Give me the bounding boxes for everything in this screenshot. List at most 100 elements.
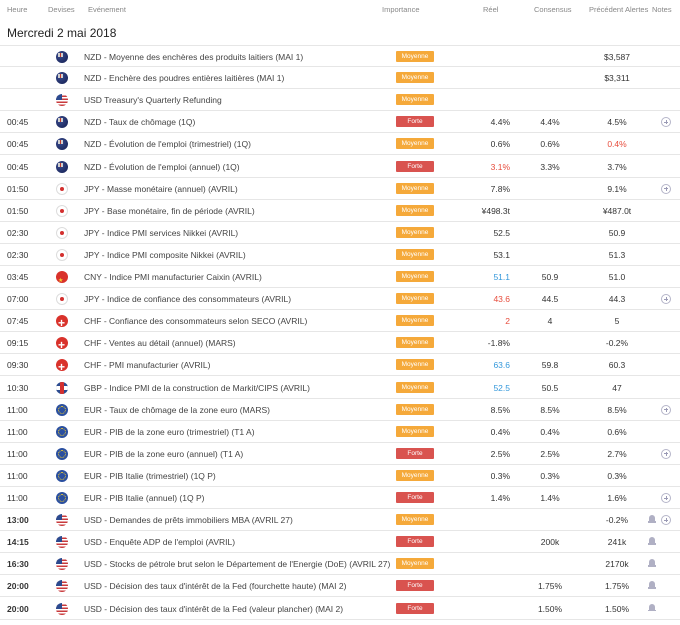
importance-badge: Moyenne [396,558,434,570]
header-notes[interactable]: Notes [652,5,672,14]
alert-cell [646,575,658,597]
bell-icon[interactable] [648,559,656,568]
bell-icon[interactable] [648,515,656,524]
note-cell [660,89,672,111]
event-name[interactable]: EUR - PIB de la zone euro (annuel) (T1 A… [84,443,243,465]
table-row[interactable]: 07:45 CHF - Confiance des consommateurs s… [0,310,680,333]
table-row[interactable]: 02:30 JPY - Indice PMI services Nikkei (A… [0,222,680,244]
importance-cell: Moyenne [396,553,434,575]
table-row[interactable]: NZD - Moyenne des enchères des produits … [0,45,680,67]
note-cell [660,443,672,465]
table-row[interactable]: 00:45 NZD - Évolution de l'emploi (annuel… [0,156,680,178]
table-row[interactable]: 20:00 USD - Décision des taux d'intérêt d… [0,598,680,620]
event-name[interactable]: USD Treasury's Quarterly Refunding [84,89,222,111]
table-row[interactable]: 03:45 CNY - Indice PMI manufacturier Caix… [0,266,680,288]
currency-flag-cell [56,575,70,597]
event-name[interactable]: JPY - Indice PMI services Nikkei (AVRIL) [84,222,238,244]
consensus-value: 3.3% [540,161,560,172]
event-name[interactable]: EUR - PIB Italie (annuel) (1Q P) [84,487,204,509]
event-name[interactable]: NZD - Évolution de l'emploi (trimestriel… [84,133,251,155]
table-row[interactable]: 10:30 GBP - Indice PMI de la construction… [0,377,680,399]
header-currency[interactable]: Devises [48,5,75,14]
bell-icon[interactable] [648,581,656,590]
header-event[interactable]: Evénement [88,5,126,14]
bell-icon[interactable] [648,537,656,546]
event-name[interactable]: NZD - Enchère des poudres entières laiti… [84,67,284,89]
event-name[interactable]: JPY - Masse monétaire (annuel) (AVRIL) [84,178,238,200]
importance-cell: Forte [396,111,434,133]
importance-cell: Moyenne [396,332,434,354]
event-name[interactable]: NZD - Moyenne des enchères des produits … [84,46,303,68]
event-name[interactable]: NZD - Taux de chômage (1Q) [84,111,195,133]
table-row[interactable]: 07:00 JPY - Indice de confiance des conso… [0,288,680,311]
event-name[interactable]: CNY - Indice PMI manufacturier Caixin (A… [84,266,262,288]
event-name[interactable]: USD - Stocks de pétrole brut selon le Dé… [84,553,390,575]
table-row[interactable]: 09:15 CHF - Ventes au détail (annuel) (MA… [0,332,680,355]
table-row[interactable]: 11:00 EUR - PIB de la zone euro (trimestr… [0,421,680,443]
header-previous[interactable]: Précédent [589,5,623,14]
table-row[interactable]: 00:45 NZD - Taux de chômage (1Q) Forte 4.4%… [0,111,680,134]
importance-badge: Moyenne [396,51,434,62]
event-name[interactable]: CHF - PMI manufacturier (AVRIL) [84,354,210,376]
event-name[interactable]: USD - Enquête ADP de l'emploi (AVRIL) [84,531,235,553]
event-name[interactable]: CHF - Confiance des consommateurs selon … [84,310,307,332]
header-time[interactable]: Heure [7,5,27,14]
add-note-plus-icon[interactable] [661,493,671,503]
actual-value: -1.8% [487,338,510,349]
table-row[interactable]: 16:30 USD - Stocks de pétrole brut selon … [0,553,680,576]
table-row[interactable]: 02:30 JPY - Indice PMI composite Nikkei (… [0,244,680,266]
header-alerts[interactable]: Alertes [625,5,648,14]
alert-cell [646,133,658,155]
event-name[interactable]: EUR - PIB de la zone euro (trimestriel) … [84,421,255,443]
table-row[interactable]: 11:00 EUR - Taux de chômage de la zone eu… [0,399,680,421]
event-time: 00:45 [7,117,29,128]
event-name[interactable]: JPY - Base monétaire, fin de période (AV… [84,200,255,222]
event-name[interactable]: GBP - Indice PMI de la construction de M… [84,377,310,399]
table-row[interactable]: 14:15 USD - Enquête ADP de l'emploi (AVRI… [0,531,680,554]
header-consensus[interactable]: Consensus [534,5,572,14]
table-row[interactable]: 01:50 JPY - Masse monétaire (annuel) (AVR… [0,178,680,200]
event-time: 11:00 [7,448,28,459]
event-name[interactable]: CHF - Ventes au détail (annuel) (MARS) [84,332,236,354]
table-row[interactable]: USD Treasury's Quarterly Refunding Moyenn… [0,89,680,112]
header-actual[interactable]: Réel [483,5,498,14]
importance-badge: Moyenne [396,469,434,481]
header-importance[interactable]: Importance [382,5,420,14]
table-row[interactable]: 20:00 USD - Décision des taux d'intérêt d… [0,575,680,598]
table-row[interactable]: NZD - Enchère des poudres entières laiti… [0,67,680,90]
table-row[interactable]: 01:50 JPY - Base monétaire, fin de périod… [0,200,680,222]
table-row[interactable]: 11:00 EUR - PIB Italie (annuel) (1Q P) For… [0,487,680,509]
table-row[interactable]: 09:30 CHF - PMI manufacturier (AVRIL) Moye… [0,354,680,377]
table-header: Heure Devises Evénement Importance Réel … [0,0,680,16]
event-time: 09:30 [7,360,29,371]
bell-icon[interactable] [648,603,656,613]
add-note-plus-icon[interactable] [661,117,671,128]
event-name[interactable]: JPY - Indice de confiance des consommate… [84,288,291,310]
event-name[interactable]: USD - Décision des taux d'intérêt de la … [84,575,346,597]
table-row[interactable]: 11:00 EUR - PIB de la zone euro (annuel) … [0,443,680,465]
add-note-plus-icon[interactable] [661,448,671,459]
consensus-value [530,46,570,68]
add-note-plus-icon[interactable] [661,183,671,194]
table-row[interactable]: 13:00 USD - Demandes de prêts immobiliers… [0,509,680,532]
importance-badge: Moyenne [396,204,434,216]
add-note-plus-icon[interactable] [661,515,671,526]
currency-flag-cell [56,200,70,222]
importance-badge: Moyenne [396,425,434,437]
eu-flag-icon [56,447,68,460]
table-row[interactable]: 00:45 NZD - Évolution de l'emploi (trimes… [0,133,680,156]
event-name[interactable]: USD - Demandes de prêts immobiliers MBA … [84,509,293,531]
event-name[interactable]: JPY - Indice PMI composite Nikkei (AVRIL… [84,244,246,266]
add-note-plus-icon[interactable] [661,404,671,415]
event-name[interactable]: NZD - Évolution de l'emploi (annuel) (1Q… [84,156,240,178]
event-name[interactable]: EUR - PIB Italie (trimestriel) (1Q P) [84,465,216,487]
event-name[interactable]: EUR - Taux de chômage de la zone euro (M… [84,399,270,421]
jp-flag-icon [56,293,68,306]
event-name[interactable]: USD - Décision des taux d'intérêt de la … [84,598,343,620]
currency-flag-cell [56,67,70,89]
add-note-plus-icon[interactable] [661,294,671,305]
currency-flag-cell [56,354,70,376]
note-cell [660,111,672,133]
note-cell [660,377,672,399]
table-row[interactable]: 11:00 EUR - PIB Italie (trimestriel) (1Q … [0,465,680,487]
